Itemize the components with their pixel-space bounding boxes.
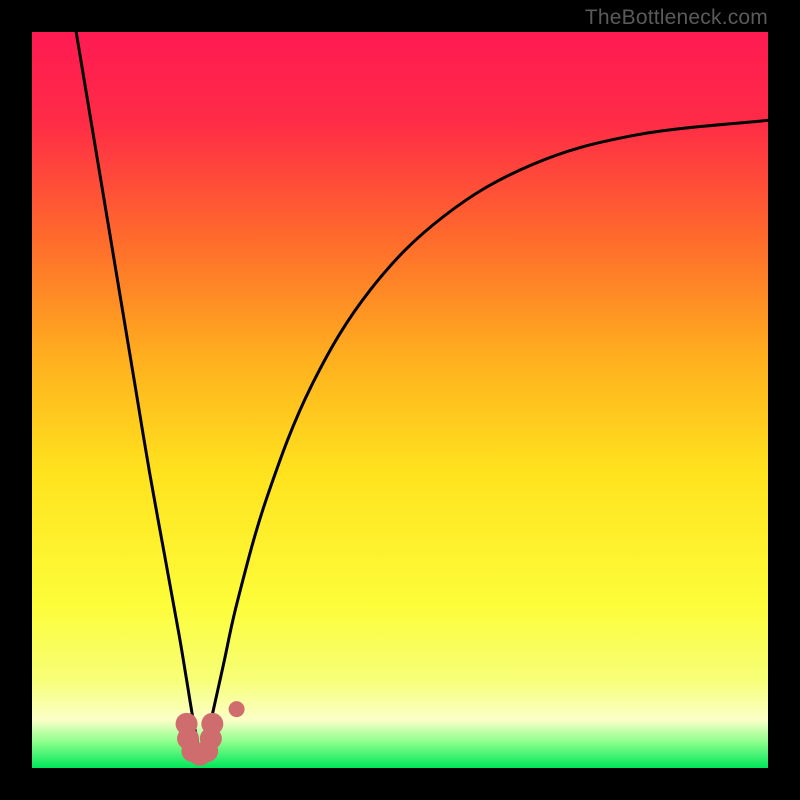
marker-group — [176, 701, 245, 766]
curve-layer — [0, 0, 800, 800]
watermark-text: TheBottleneck.com — [585, 6, 768, 30]
u-marker-right-top — [201, 713, 223, 735]
curve-right-branch — [201, 120, 768, 760]
curve-left-branch — [76, 32, 201, 761]
chart-root: { "watermark": { "text": "TheBottleneck.… — [0, 0, 800, 800]
dot-separate — [229, 701, 245, 717]
